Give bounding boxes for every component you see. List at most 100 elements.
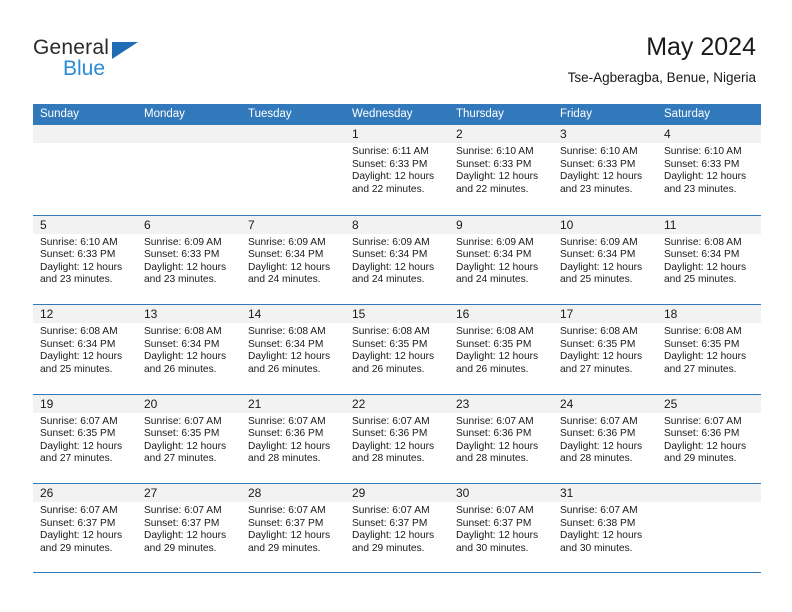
calendar-day-cell[interactable]: 2 Sunrise: 6:10 AM Sunset: 6:33 PM Daylight… <box>449 125 553 215</box>
sunrise-text: Sunrise: 6:07 AM <box>144 505 222 516</box>
sunset-text: Sunset: 6:34 PM <box>40 338 116 350</box>
sunset-text: Sunset: 6:37 PM <box>144 517 220 529</box>
sunset-text: Sunset: 6:36 PM <box>248 428 324 440</box>
day-number <box>657 484 761 502</box>
day-details: Sunrise: 6:08 AM Sunset: 6:34 PM Daylight:… <box>137 323 241 376</box>
daylight-text: Daylight: 12 hours and 28 minutes. <box>248 440 331 465</box>
calendar-day-cell[interactable]: 9 Sunrise: 6:09 AM Sunset: 6:34 PM Daylight… <box>449 215 553 305</box>
sunset-text: Sunset: 6:33 PM <box>352 158 428 170</box>
sunrise-text: Sunrise: 6:07 AM <box>40 505 118 516</box>
day-number: 29 <box>345 484 449 502</box>
sunset-text: Sunset: 6:33 PM <box>456 158 532 170</box>
calendar-day-cell[interactable]: 27 Sunrise: 6:07 AM Sunset: 6:37 PM Dayligh… <box>137 484 241 572</box>
day-number: 1 <box>345 125 449 143</box>
sunrise-text: Sunrise: 6:09 AM <box>456 236 534 248</box>
calendar-day-cell[interactable]: 31 Sunrise: 6:07 AM Sunset: 6:38 PM Dayligh… <box>553 484 657 572</box>
calendar-day-cell[interactable]: 11 Sunrise: 6:08 AM Sunset: 6:34 PM Dayligh… <box>657 215 761 305</box>
sunset-text: Sunset: 6:34 PM <box>248 249 324 261</box>
sunset-text: Sunset: 6:34 PM <box>352 249 428 261</box>
day-number: 12 <box>33 305 137 323</box>
day-details: Sunrise: 6:07 AM Sunset: 6:38 PM Daylight:… <box>553 502 657 555</box>
sunset-text: Sunset: 6:33 PM <box>40 249 116 261</box>
day-details: Sunrise: 6:08 AM Sunset: 6:34 PM Daylight:… <box>241 323 345 376</box>
daylight-text: Daylight: 12 hours and 28 minutes. <box>456 440 539 465</box>
daylight-text: Daylight: 12 hours and 26 minutes. <box>456 351 539 375</box>
calendar-day-cell[interactable]: 14 Sunrise: 6:08 AM Sunset: 6:34 PM Dayligh… <box>241 305 345 394</box>
calendar-day-cell[interactable]: 17 Sunrise: 6:08 AM Sunset: 6:35 PM Dayligh… <box>553 305 657 394</box>
calendar-day-cell[interactable]: 21 Sunrise: 6:07 AM Sunset: 6:36 PM Dayligh… <box>241 394 345 484</box>
daylight-text: Daylight: 12 hours and 22 minutes. <box>456 171 539 195</box>
logo-text-blue: Blue <box>63 57 106 80</box>
calendar-day-cell-empty <box>657 484 761 572</box>
sunrise-text: Sunrise: 6:08 AM <box>352 326 430 337</box>
day-number: 27 <box>137 484 241 502</box>
day-details: Sunrise: 6:07 AM Sunset: 6:36 PM Daylight:… <box>449 413 553 466</box>
sunrise-text: Sunrise: 6:08 AM <box>456 326 534 337</box>
daylight-text: Daylight: 12 hours and 24 minutes. <box>352 261 435 286</box>
calendar-day-cell[interactable]: 19 Sunrise: 6:07 AM Sunset: 6:35 PM Dayligh… <box>33 394 137 484</box>
day-number: 18 <box>657 305 761 323</box>
sunset-text: Sunset: 6:35 PM <box>456 338 532 350</box>
day-details: Sunrise: 6:07 AM Sunset: 6:35 PM Daylight:… <box>137 413 241 466</box>
title-block: May 2024 Tse-Agberagba, Benue, Nigeria <box>568 32 756 86</box>
calendar-day-cell[interactable]: 25 Sunrise: 6:07 AM Sunset: 6:36 PM Dayligh… <box>657 394 761 484</box>
calendar-day-cell[interactable]: 4 Sunrise: 6:10 AM Sunset: 6:33 PM Daylight… <box>657 125 761 215</box>
daylight-text: Daylight: 12 hours and 22 minutes. <box>352 171 435 195</box>
weekday-header-row: Sunday Monday Tuesday Wednesday Thursday Frid… <box>33 104 761 125</box>
calendar-day-cell[interactable]: 6 Sunrise: 6:09 AM Sunset: 6:33 PM Daylight… <box>137 215 241 305</box>
calendar-week-row: 19 Sunrise: 6:07 AM Sunset: 6:35 PM Dayligh… <box>33 393 761 484</box>
logo-text-general: General <box>33 36 110 59</box>
calendar-day-cell[interactable]: 1 Sunrise: 6:11 AM Sunset: 6:33 PM Daylight… <box>345 125 449 215</box>
daylight-text: Daylight: 12 hours and 28 minutes. <box>352 440 435 465</box>
day-number: 19 <box>33 394 137 413</box>
sunrise-text: Sunrise: 6:08 AM <box>40 326 118 337</box>
sunset-text: Sunset: 6:37 PM <box>40 517 116 529</box>
calendar-day-cell[interactable]: 15 Sunrise: 6:08 AM Sunset: 6:35 PM Dayligh… <box>345 305 449 394</box>
sunrise-text: Sunrise: 6:07 AM <box>144 415 222 427</box>
calendar-day-cell[interactable]: 28 Sunrise: 6:07 AM Sunset: 6:37 PM Dayligh… <box>241 484 345 572</box>
daylight-text: Daylight: 12 hours and 29 minutes. <box>40 530 123 554</box>
weekday-header-tuesday: Tuesday <box>248 108 292 120</box>
calendar-day-cell[interactable]: 5 Sunrise: 6:10 AM Sunset: 6:33 PM Daylight… <box>33 215 137 305</box>
calendar-day-cell[interactable]: 20 Sunrise: 6:07 AM Sunset: 6:35 PM Dayligh… <box>137 394 241 484</box>
calendar-day-cell-empty <box>241 125 345 215</box>
day-number: 16 <box>449 305 553 323</box>
calendar-day-cell[interactable]: 13 Sunrise: 6:08 AM Sunset: 6:34 PM Dayligh… <box>137 305 241 394</box>
calendar-day-cell[interactable]: 24 Sunrise: 6:07 AM Sunset: 6:36 PM Dayligh… <box>553 394 657 484</box>
day-details: Sunrise: 6:08 AM Sunset: 6:34 PM Daylight:… <box>657 234 761 287</box>
sunrise-text: Sunrise: 6:08 AM <box>664 236 742 248</box>
calendar-day-cell[interactable]: 22 Sunrise: 6:07 AM Sunset: 6:36 PM Dayligh… <box>345 394 449 484</box>
calendar-day-cell[interactable]: 26 Sunrise: 6:07 AM Sunset: 6:37 PM Dayligh… <box>33 484 137 572</box>
calendar-day-cell[interactable]: 8 Sunrise: 6:09 AM Sunset: 6:34 PM Daylight… <box>345 215 449 305</box>
daylight-text: Daylight: 12 hours and 26 minutes. <box>144 351 227 375</box>
day-number: 20 <box>137 394 241 413</box>
calendar-day-cell[interactable]: 3 Sunrise: 6:10 AM Sunset: 6:33 PM Daylight… <box>553 125 657 215</box>
sunrise-text: Sunrise: 6:09 AM <box>352 236 430 248</box>
calendar-day-cell[interactable]: 16 Sunrise: 6:08 AM Sunset: 6:35 PM Dayligh… <box>449 305 553 394</box>
sunrise-text: Sunrise: 6:07 AM <box>456 415 534 427</box>
daylight-text: Daylight: 12 hours and 25 minutes. <box>560 261 643 286</box>
sunset-text: Sunset: 6:34 PM <box>248 338 324 350</box>
sunrise-text: Sunrise: 6:08 AM <box>144 326 222 337</box>
calendar-day-cell[interactable]: 7 Sunrise: 6:09 AM Sunset: 6:34 PM Daylight… <box>241 215 345 305</box>
calendar-day-cell[interactable]: 29 Sunrise: 6:07 AM Sunset: 6:37 PM Dayligh… <box>345 484 449 572</box>
day-number: 8 <box>345 215 449 234</box>
calendar-week-row: 12 Sunrise: 6:08 AM Sunset: 6:34 PM Dayligh… <box>33 304 761 394</box>
day-details: Sunrise: 6:07 AM Sunset: 6:36 PM Daylight:… <box>241 413 345 466</box>
calendar-day-cell[interactable]: 30 Sunrise: 6:07 AM Sunset: 6:37 PM Dayligh… <box>449 484 553 572</box>
calendar-day-cell[interactable]: 23 Sunrise: 6:07 AM Sunset: 6:36 PM Dayligh… <box>449 394 553 484</box>
daylight-text: Daylight: 12 hours and 25 minutes. <box>664 261 747 286</box>
calendar-day-cell[interactable]: 12 Sunrise: 6:08 AM Sunset: 6:34 PM Dayligh… <box>33 305 137 394</box>
day-number: 3 <box>553 125 657 143</box>
day-details: Sunrise: 6:07 AM Sunset: 6:37 PM Daylight:… <box>33 502 137 555</box>
day-number: 22 <box>345 394 449 413</box>
day-details: Sunrise: 6:08 AM Sunset: 6:35 PM Daylight:… <box>657 323 761 376</box>
calendar-day-cell[interactable]: 18 Sunrise: 6:08 AM Sunset: 6:35 PM Dayligh… <box>657 305 761 394</box>
day-details: Sunrise: 6:08 AM Sunset: 6:35 PM Daylight:… <box>345 323 449 376</box>
general-blue-logo[interactable]: General Blue <box>33 36 163 84</box>
calendar-day-cell[interactable]: 10 Sunrise: 6:09 AM Sunset: 6:34 PM Dayligh… <box>553 215 657 305</box>
sunrise-text: Sunrise: 6:07 AM <box>248 415 326 427</box>
daylight-text: Daylight: 12 hours and 26 minutes. <box>352 351 435 375</box>
sunrise-text: Sunrise: 6:10 AM <box>560 146 638 157</box>
sunrise-text: Sunrise: 6:07 AM <box>560 415 638 427</box>
